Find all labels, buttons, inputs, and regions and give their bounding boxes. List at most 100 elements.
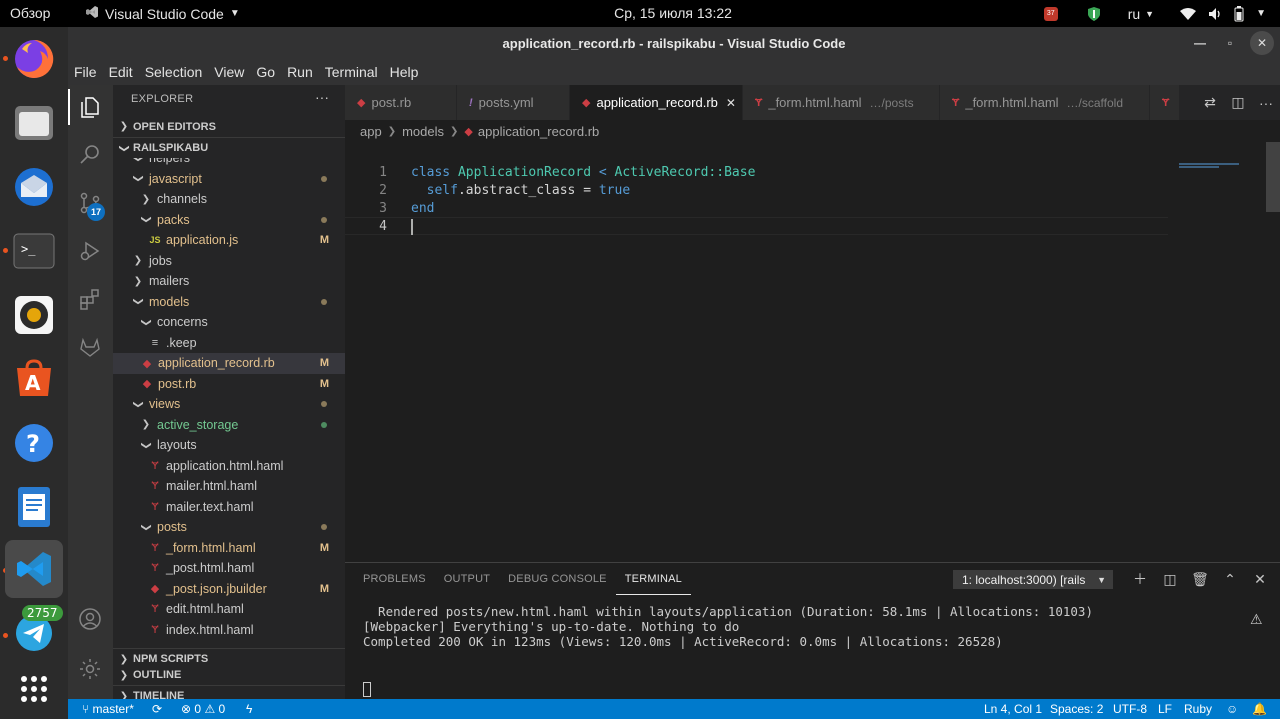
search-icon[interactable]: [78, 143, 102, 167]
breadcrumb-item[interactable]: app: [360, 124, 382, 139]
tree-item[interactable]: ❯ channels: [113, 189, 345, 210]
thunderbird-icon[interactable]: [10, 163, 58, 211]
split-editor-icon[interactable]: ◫: [1224, 94, 1252, 111]
tree-item[interactable]: ❯ concerns: [113, 312, 345, 333]
terminal-select[interactable]: 1: localhost:3000) [rails ▼: [953, 570, 1113, 589]
cursor-position[interactable]: Ln 4, Col 1: [984, 702, 1042, 716]
help-icon[interactable]: ?: [10, 419, 58, 467]
tree-item[interactable]: Ɏmailer.text.haml: [113, 497, 345, 518]
breadcrumb-item[interactable]: models: [402, 124, 444, 139]
vscode-icon[interactable]: [5, 540, 63, 598]
tree-item[interactable]: ❯ posts: [113, 517, 345, 538]
breadcrumb-item[interactable]: application_record.rb: [478, 124, 599, 139]
keyboard-layout[interactable]: ru ▼: [1128, 0, 1154, 27]
software-icon[interactable]: A: [10, 355, 58, 403]
project-section[interactable]: ❯ RAILSPIKABU: [113, 137, 345, 158]
system-menu-caret-icon[interactable]: ▼: [1256, 0, 1266, 27]
tab-overflow[interactable]: Ɏ: [1150, 85, 1180, 120]
tree-item[interactable]: ❯ helpers: [113, 158, 345, 169]
feedback-icon[interactable]: ☺: [1226, 702, 1238, 716]
new-terminal-icon[interactable]: ＋: [1125, 569, 1155, 589]
menu-go[interactable]: Go: [250, 64, 281, 80]
end-of-line[interactable]: LF: [1158, 702, 1172, 716]
language-mode[interactable]: Ruby: [1184, 702, 1212, 716]
branch-indicator[interactable]: ⑂ master*: [82, 702, 134, 716]
more-actions-icon[interactable]: ···: [1252, 95, 1280, 111]
encoding[interactable]: UTF-8: [1113, 702, 1147, 716]
indentation[interactable]: Spaces: 2: [1050, 702, 1103, 716]
explorer-icon[interactable]: [78, 95, 102, 119]
tree-item[interactable]: JS application.js M: [113, 230, 345, 251]
tab-posts-yml[interactable]: ! posts.yml: [457, 85, 570, 120]
firefox-icon[interactable]: [10, 35, 58, 83]
shield-icon[interactable]: [1087, 0, 1100, 27]
tree-item[interactable]: Ɏmailer.html.haml: [113, 476, 345, 497]
rhythmbox-icon[interactable]: [10, 291, 58, 339]
tab-terminal[interactable]: TERMINAL: [615, 563, 691, 595]
lightning-icon[interactable]: ϟ: [246, 702, 252, 716]
menu-run[interactable]: Run: [281, 64, 319, 80]
menu-terminal[interactable]: Terminal: [319, 64, 384, 80]
battery-icon[interactable]: [1234, 0, 1244, 27]
notifications-bell-icon[interactable]: 🔔: [1252, 702, 1267, 716]
account-icon[interactable]: [78, 607, 102, 631]
tree-item[interactable]: Ɏ _post.html.haml: [113, 558, 345, 579]
tree-item[interactable]: ◆ application_record.rb M: [113, 353, 345, 374]
kill-terminal-icon[interactable]: 🗑: [1185, 571, 1215, 588]
tree-item[interactable]: ❯ active_storage: [113, 415, 345, 436]
split-terminal-icon[interactable]: ◫: [1155, 571, 1185, 588]
more-actions-icon[interactable]: ···: [315, 89, 329, 105]
tree-item[interactable]: ❯ packs: [113, 210, 345, 231]
run-debug-icon[interactable]: [78, 239, 102, 263]
tree-item[interactable]: ❯ jobs: [113, 251, 345, 272]
files-icon[interactable]: [10, 99, 58, 147]
open-changes-icon[interactable]: ⇄: [1196, 94, 1224, 111]
tree-item[interactable]: ❯ models: [113, 292, 345, 313]
tree-item[interactable]: Ɏindex.html.haml: [113, 620, 345, 641]
terminal-icon[interactable]: >_: [10, 227, 58, 275]
tree-item[interactable]: Ɏapplication.html.haml: [113, 456, 345, 477]
volume-icon[interactable]: [1208, 0, 1222, 27]
sync-icon[interactable]: ⟳: [152, 702, 162, 716]
menu-help[interactable]: Help: [384, 64, 425, 80]
problems-indicator[interactable]: ⊗ 0 ⚠ 0: [181, 702, 225, 716]
menu-file[interactable]: File: [68, 64, 103, 80]
app-grid-icon[interactable]: [10, 665, 58, 713]
npm-scripts-section[interactable]: ❯ NPM SCRIPTS: [113, 648, 345, 669]
tree-item[interactable]: ◆ _post.json.jbuilder M: [113, 579, 345, 600]
tree-item[interactable]: ≡ .keep: [113, 333, 345, 354]
tree-item[interactable]: ❯ javascript: [113, 169, 345, 190]
tree-item[interactable]: Ɏ _form.html.haml M: [113, 538, 345, 559]
editor-scrollbar[interactable]: [1266, 142, 1280, 212]
maximize-panel-icon[interactable]: ⌃: [1215, 571, 1245, 588]
close-panel-icon[interactable]: ✕: [1245, 571, 1275, 588]
menu-selection[interactable]: Selection: [139, 64, 209, 80]
writer-icon[interactable]: [10, 483, 58, 531]
tab-form-scaffold[interactable]: Ɏ _form.html.haml …/scaffold: [940, 85, 1150, 120]
tab-debug-console[interactable]: DEBUG CONSOLE: [499, 563, 616, 595]
tree-item[interactable]: ❯ layouts: [113, 435, 345, 456]
minimize-icon[interactable]: —: [1190, 33, 1210, 53]
open-editors-section[interactable]: ❯ OPEN EDITORS: [113, 116, 345, 137]
wifi-icon[interactable]: [1180, 0, 1197, 27]
tab-problems[interactable]: PROBLEMS: [345, 563, 435, 595]
tab-post-rb[interactable]: ◆ post.rb: [345, 85, 457, 120]
tab-form-posts[interactable]: Ɏ _form.html.haml …/posts: [743, 85, 940, 120]
close-window-icon[interactable]: ✕: [1250, 31, 1274, 55]
tree-item[interactable]: Ɏedit.html.haml: [113, 599, 345, 620]
tree-item[interactable]: ❯ views: [113, 394, 345, 415]
terminal-output[interactable]: Rendered posts/new.html.haml within layo…: [363, 604, 1243, 649]
notification-tray-item[interactable]: 37: [1043, 0, 1058, 27]
close-tab-icon[interactable]: ✕: [726, 96, 736, 110]
tree-item[interactable]: ◆ post.rb M: [113, 374, 345, 395]
tab-application-record-rb[interactable]: ◆ application_record.rb ✕: [570, 85, 743, 120]
menu-edit[interactable]: Edit: [103, 64, 139, 80]
gitlab-icon[interactable]: [78, 335, 102, 359]
manage-gear-icon[interactable]: [78, 657, 102, 681]
menu-view[interactable]: View: [208, 64, 250, 80]
restore-icon[interactable]: ▫: [1220, 33, 1240, 53]
extensions-icon[interactable]: [78, 287, 102, 311]
tab-output[interactable]: OUTPUT: [435, 563, 499, 595]
code-editor[interactable]: 1 class ApplicationRecord < ActiveRecord…: [345, 142, 1280, 562]
tree-item[interactable]: ❯ mailers: [113, 271, 345, 292]
